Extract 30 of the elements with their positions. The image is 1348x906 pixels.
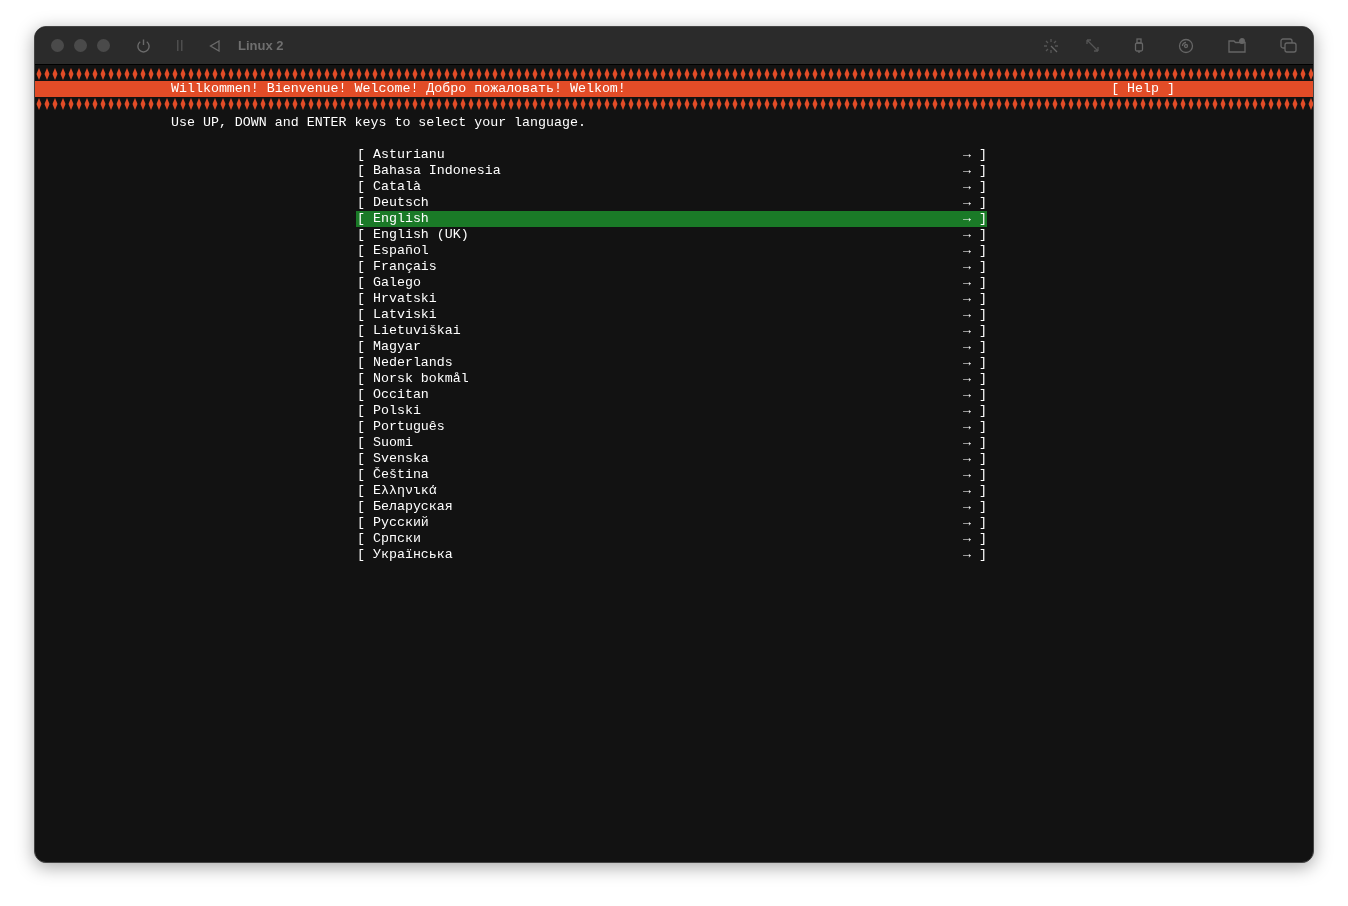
language-option[interactable]: [ Català → ]: [356, 179, 987, 195]
help-button[interactable]: [ Help ]: [1111, 81, 1175, 97]
language-option[interactable]: [ Latviski → ]: [356, 307, 987, 323]
language-option[interactable]: [ English (UK) → ]: [356, 227, 987, 243]
language-option[interactable]: [ Português → ]: [356, 419, 987, 435]
language-option[interactable]: [ English → ]: [356, 211, 987, 227]
language-option[interactable]: [ Српски → ]: [356, 531, 987, 547]
window-title: Linux 2: [238, 36, 284, 55]
language-option[interactable]: [ Norsk bokmål → ]: [356, 371, 987, 387]
language-option[interactable]: [ Lietuviškai → ]: [356, 323, 987, 339]
language-option[interactable]: [ Ελληνικά → ]: [356, 483, 987, 499]
language-option[interactable]: [ Nederlands → ]: [356, 355, 987, 371]
language-option[interactable]: [ Français → ]: [356, 259, 987, 275]
language-option[interactable]: [ Deutsch → ]: [356, 195, 987, 211]
language-option[interactable]: [ Svenska → ]: [356, 451, 987, 467]
language-option[interactable]: [ Беларуская → ]: [356, 499, 987, 515]
language-option[interactable]: [ Galego → ]: [356, 275, 987, 291]
language-option[interactable]: [ Bahasa Indonesia → ]: [356, 163, 987, 179]
language-option[interactable]: [ Čeština → ]: [356, 467, 987, 483]
language-option[interactable]: [ Occitan → ]: [356, 387, 987, 403]
instruction-text: Use UP, DOWN and ENTER keys to select your language.: [170, 115, 586, 131]
language-option[interactable]: [ Русский → ]: [356, 515, 987, 531]
language-option[interactable]: [ Magyar → ]: [356, 339, 987, 355]
welcome-text: Willkommen! Bienvenue! Welcome! Добро пожаловать! Welkom!: [171, 81, 626, 97]
language-option[interactable]: [ Polski → ]: [356, 403, 987, 419]
language-option[interactable]: [ Español → ]: [356, 243, 987, 259]
language-option[interactable]: [ Українська → ]: [356, 547, 987, 563]
language-option[interactable]: [ Hrvatski → ]: [356, 291, 987, 307]
language-option[interactable]: [ Asturianu → ]: [356, 147, 987, 163]
language-option[interactable]: [ Suomi → ]: [356, 435, 987, 451]
